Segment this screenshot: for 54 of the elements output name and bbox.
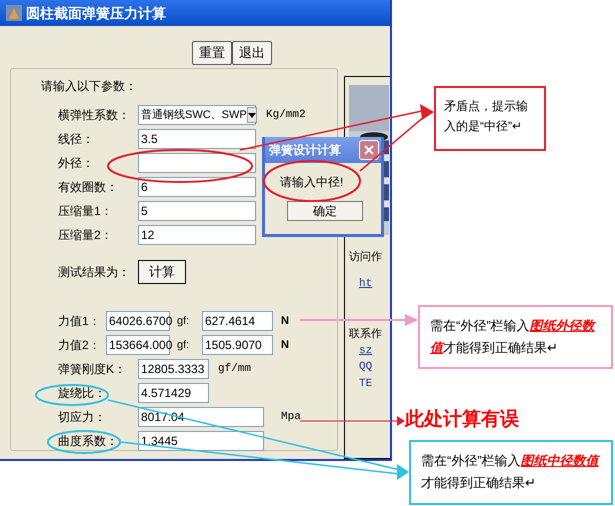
app-icon <box>6 5 22 22</box>
unit-label: gf: <box>176 338 190 353</box>
callout-box: 需在“外径”栏输入图纸外径数值才能得到正确结果↵ <box>418 305 613 369</box>
unit-label: N <box>280 338 289 353</box>
output-field: 12805.3333 <box>138 359 209 379</box>
output-field: 1.3445 <box>138 431 264 451</box>
force-label: 力值1： <box>58 313 102 330</box>
callout-label: 此处计算有误 <box>405 407 519 432</box>
field-label: 压缩量2： <box>58 227 114 244</box>
input-field[interactable]: 3.5 <box>138 129 256 149</box>
input-field[interactable]: 153664.000 <box>106 335 170 355</box>
unit-label: gf/mm <box>218 362 252 377</box>
field-label: 外径： <box>58 155 95 172</box>
result-field-label: 曲度系数： <box>58 434 118 448</box>
toolbar-button[interactable]: 重置 <box>192 41 232 66</box>
link[interactable]: sz <box>359 342 372 359</box>
force-label: 力值2： <box>58 337 102 354</box>
calculate-button[interactable]: 计算 <box>138 260 186 284</box>
link[interactable]: ht <box>359 276 372 292</box>
input-field[interactable]: 1505.9070 <box>202 335 273 355</box>
toolbar-button[interactable]: 退出 <box>232 41 272 66</box>
result-field-label: 弹簧刚度K： <box>58 362 126 376</box>
side-text: 联系作 <box>349 326 382 342</box>
unit-label: gf: <box>176 314 190 329</box>
input-field[interactable]: 12 <box>138 225 256 245</box>
result-field-label: 旋绕比： <box>58 386 106 400</box>
side-text: TE <box>359 376 372 392</box>
dropdown[interactable]: 普通钢线SWC、SWP <box>138 105 256 125</box>
input-field[interactable]: 627.4614 <box>202 311 273 331</box>
unit-label: N <box>280 314 289 329</box>
input-field[interactable] <box>138 153 256 173</box>
unit-label: Kg/mm2 <box>266 108 306 123</box>
callout-box: 需在“外径”栏输入图纸中径数值 才能得到正确结果↵ <box>409 440 613 505</box>
input-field[interactable]: 5 <box>138 201 256 221</box>
side-text: 访问作 <box>349 250 382 265</box>
result-field-label: 切应力： <box>58 410 106 424</box>
result-label: 测试结果为： <box>58 264 131 281</box>
input-field[interactable]: 64026.6700 <box>106 311 170 331</box>
field-label: 压缩量1： <box>58 203 114 220</box>
side-text: QQ <box>359 360 372 375</box>
window-title: 圆柱截面弹簧压力计算 <box>26 4 166 23</box>
dialog-title: 弹簧设计计算 <box>269 142 341 159</box>
dialog-message: 请输入中径! <box>280 174 344 191</box>
prompt-text: 请输入以下参数： <box>41 78 138 95</box>
output-field: 4.571429 <box>138 383 209 403</box>
field-label: 横弹性系数： <box>58 107 131 124</box>
ok-button[interactable]: 确定 <box>287 201 363 221</box>
field-label: 有效圈数： <box>58 179 119 196</box>
close-icon[interactable] <box>359 140 379 160</box>
field-label: 线径： <box>58 131 95 148</box>
callout-box: 矛盾点，提示输入的是“中径”↵ <box>434 86 546 151</box>
input-field[interactable]: 6 <box>138 177 256 197</box>
caret-icon <box>246 107 257 123</box>
unit-label: Mpa <box>281 410 301 425</box>
